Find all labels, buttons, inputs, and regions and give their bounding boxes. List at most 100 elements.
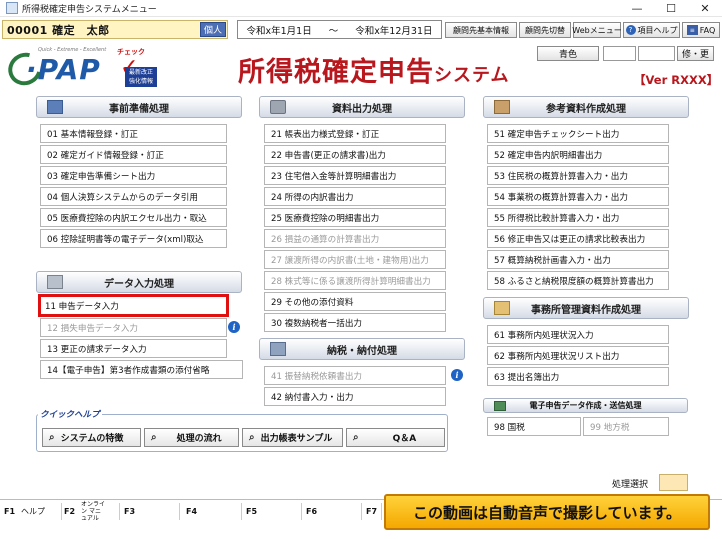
menu-item-25[interactable]: 25 医療費控除の明細書出力	[264, 208, 446, 227]
printer-icon	[270, 100, 286, 114]
fkey-f3[interactable]: F3	[124, 503, 180, 520]
menu-item-98[interactable]: 98 国税	[487, 417, 581, 436]
menu-item-51[interactable]: 51 確定申告チェックシート出力	[487, 124, 669, 143]
fkey-f1-key: F1	[4, 507, 16, 516]
blue-return-button[interactable]: 青色	[537, 46, 599, 61]
fkey-f2[interactable]: F2 オンライン マニュアル	[64, 501, 120, 522]
section-output-title: 資料出力処理	[332, 103, 392, 115]
menu-item-61[interactable]: 61 事務所内処理状況入力	[487, 325, 669, 344]
section-payment-title: 納税・納付処理	[327, 345, 397, 357]
quick-help-flow-label: 処理の流れ	[176, 434, 222, 444]
individual-badge: 個人	[200, 22, 226, 37]
calculator-icon	[270, 342, 286, 356]
info-icon[interactable]: i	[228, 321, 240, 333]
section-data-input-title: データ入力処理	[104, 278, 174, 290]
item-help-button[interactable]: ? 項目ヘルプ	[623, 22, 680, 38]
menu-item-13[interactable]: 13 更正の請求データ入力	[40, 339, 227, 358]
amend-button[interactable]: 修・更	[677, 46, 714, 61]
menu-item-23[interactable]: 23 住宅借入金等計算明細書出力	[264, 166, 446, 185]
logo-name-text: PAP	[37, 53, 101, 86]
magnifier-icon: ⌕	[49, 432, 55, 443]
fkey-f1[interactable]: F1 ヘルプ	[4, 503, 62, 520]
menu-item-06[interactable]: 06 控除証明書等の電子データ(xml)取込	[40, 229, 227, 248]
menu-item-24[interactable]: 24 所得の内訳書出力	[264, 187, 446, 206]
fkey-f5[interactable]: F5	[246, 503, 302, 520]
section-office: 事務所管理資料作成処理	[483, 297, 689, 319]
faq-icon: ≡	[686, 25, 698, 35]
version-label: 【Ver RXXX】	[634, 73, 719, 87]
latest-revision-badge: 最新改正 強化情報	[125, 67, 157, 87]
menu-item-55[interactable]: 55 所得税比較計算書入力・出力	[487, 208, 669, 227]
menu-item-54[interactable]: 54 事業税の概算計算書入力・出力	[487, 187, 669, 206]
fkey-f2-key: F2	[64, 507, 76, 516]
status-box-2	[638, 46, 675, 61]
menu-item-14[interactable]: 14【電子申告】第3者作成書類の添付省略	[40, 360, 243, 379]
menu-item-57[interactable]: 57 概算納税計画書入力・出力	[487, 250, 669, 269]
section-efile: 電子申告データ作成・送信処理	[483, 398, 688, 413]
menu-item-63[interactable]: 63 提出名簿出力	[487, 367, 669, 386]
fkey-f4-key: F4	[186, 507, 198, 516]
menu-item-05[interactable]: 05 医療費控除の内訳エクセル出力・取込	[40, 208, 227, 227]
faq-button[interactable]: ≡ FAQ	[682, 22, 720, 38]
window-titlebar: 所得税確定申告システムメニュー — ☐ ✕	[0, 0, 722, 17]
client-info-button[interactable]: 顧問先基本情報	[445, 22, 517, 38]
menu-item-52[interactable]: 52 確定申告内訳明細書出力	[487, 145, 669, 164]
fkey-f2-label: オンライン マニュアル	[81, 501, 106, 522]
user-field: 00001 確定 太郎	[2, 20, 228, 39]
minimize-button[interactable]: —	[620, 0, 654, 17]
quick-help-sample-button[interactable]: ⌕ 出力帳表サンプル	[242, 428, 343, 447]
menu-item-12[interactable]: 12 損失申告データ入力	[40, 318, 227, 337]
faq-label: FAQ	[699, 25, 716, 35]
menu-item-56[interactable]: 56 修正申告又は更正の請求比較表出力	[487, 229, 669, 248]
fkey-f4[interactable]: F4	[186, 503, 242, 520]
menu-item-27[interactable]: 27 譲渡所得の内訳書(土地・建物用)出力	[264, 250, 446, 269]
period-separator: ～	[328, 25, 339, 37]
menu-item-42[interactable]: 42 納付書入力・出力	[264, 387, 446, 406]
computer-icon	[47, 275, 63, 289]
menu-item-53[interactable]: 53 住民税の概算計算書入力・出力	[487, 166, 669, 185]
fkey-f7[interactable]: F7	[366, 503, 382, 520]
menu-item-99[interactable]: 99 地方税	[583, 417, 669, 436]
period-end: 令和x年12月31日	[355, 25, 433, 37]
menu-item-62[interactable]: 62 事務所内処理状況リスト出力	[487, 346, 669, 365]
efile-icon	[494, 401, 506, 411]
menu-item-02[interactable]: 02 確定ガイド情報登録・訂正	[40, 145, 227, 164]
app-icon	[6, 2, 18, 14]
section-output: 資料出力処理	[259, 96, 465, 118]
fkey-f6[interactable]: F6	[306, 503, 362, 520]
quick-help-features-label: システムの特徴	[60, 434, 124, 444]
process-select-input[interactable]	[659, 474, 688, 491]
quick-help-flow-button[interactable]: ⌕ 処理の流れ	[144, 428, 239, 447]
quick-help-qa-button[interactable]: ⌕ Q＆A	[346, 428, 445, 447]
menu-item-21[interactable]: 21 帳表出力様式登録・訂正	[264, 124, 446, 143]
menu-item-01[interactable]: 01 基本情報登録・訂正	[40, 124, 227, 143]
section-data-input: データ入力処理	[36, 271, 242, 293]
menu-item-04[interactable]: 04 個人決算システムからのデータ引用	[40, 187, 227, 206]
fkey-f7-key: F7	[366, 507, 378, 516]
app-title-suffix: システム	[434, 65, 510, 86]
book-icon	[494, 100, 510, 114]
menu-item-03[interactable]: 03 確定申告準備シート出力	[40, 166, 227, 185]
info-icon[interactable]: i	[451, 369, 463, 381]
quick-help-qa-label: Q＆A	[392, 434, 417, 444]
client-switch-label: 顧問先切替	[525, 25, 565, 35]
fkey-f1-label: ヘルプ	[21, 507, 46, 516]
menu-item-58[interactable]: 58 ふるさと納税限度額の概算計算書出力	[487, 271, 669, 290]
section-preparation-title: 事前準備処理	[109, 103, 169, 115]
logo-name: ·PAP	[26, 53, 101, 86]
folder-icon	[494, 301, 510, 315]
close-button[interactable]: ✕	[688, 0, 722, 17]
menu-item-11[interactable]: 11 申告データ入力	[38, 294, 229, 317]
menu-item-30[interactable]: 30 複数納税者一括出力	[264, 313, 446, 332]
menu-item-41[interactable]: 41 振替納税依頼書出力	[264, 366, 446, 385]
quick-help-sample-label: 出力帳表サンプル	[260, 434, 333, 444]
menu-item-22[interactable]: 22 申告書(更正の請求書)出力	[264, 145, 446, 164]
maximize-button[interactable]: ☐	[654, 0, 688, 17]
web-menu-button[interactable]: Webメニュー	[572, 22, 622, 38]
menu-item-26[interactable]: 26 損益の通算の計算書出力	[264, 229, 446, 248]
client-switch-button[interactable]: 顧問先切替	[519, 22, 571, 38]
menu-item-28[interactable]: 28 株式等に係る譲渡所得計算明細書出力	[264, 271, 446, 290]
quick-help-title: クイックヘルプ	[38, 408, 102, 420]
menu-item-29[interactable]: 29 その他の添付資料	[264, 292, 446, 311]
quick-help-features-button[interactable]: ⌕ システムの特徴	[42, 428, 141, 447]
